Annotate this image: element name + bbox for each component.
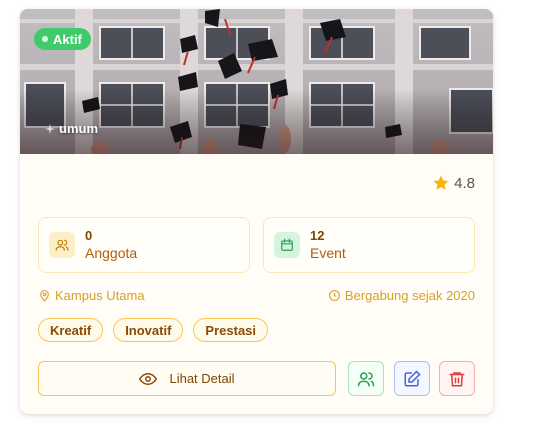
tag-list: Kreatif Inovatif Prestasi — [38, 318, 269, 342]
joined-date: Bergabung sejak 2020 — [328, 288, 475, 303]
events-stat: 12 Event — [263, 217, 475, 273]
joined-text: Bergabung sejak 2020 — [344, 288, 475, 303]
members-label: Anggota — [85, 244, 138, 261]
category-text: umum — [59, 121, 98, 136]
users-icon — [49, 232, 75, 258]
eye-icon — [139, 372, 158, 385]
cover-image: Aktif umum — [20, 9, 493, 154]
events-label: Event — [310, 244, 346, 261]
sparkle-icon — [45, 123, 55, 134]
status-badge-label: Aktif — [53, 31, 82, 47]
trash-icon — [449, 371, 465, 386]
tag[interactable]: Inovatif — [113, 318, 184, 342]
category-label: umum — [45, 121, 98, 136]
members-count: 0 — [85, 228, 93, 244]
star-icon — [433, 175, 449, 190]
rating-value: 4.8 — [454, 174, 475, 192]
clock-icon — [328, 290, 340, 301]
organization-card: Aktif umum 4.8 0 Anggota 12 Event Kampus… — [20, 9, 493, 414]
rating: 4.8 — [432, 174, 475, 192]
delete-button[interactable] — [439, 361, 475, 396]
tag[interactable]: Prestasi — [193, 318, 269, 342]
tag[interactable]: Kreatif — [38, 318, 104, 342]
users-icon — [357, 371, 375, 386]
status-badge: Aktif — [34, 28, 91, 50]
map-pin-icon — [40, 290, 49, 302]
members-stat: 0 Anggota — [38, 217, 250, 273]
edit-icon — [404, 369, 421, 386]
events-count: 12 — [310, 228, 325, 244]
members-button[interactable] — [348, 361, 384, 396]
view-detail-label: Lihat Detail — [169, 371, 235, 386]
edit-button[interactable] — [394, 361, 430, 396]
status-dot-icon — [42, 36, 48, 42]
calendar-icon — [274, 232, 300, 258]
location-text: Kampus Utama — [55, 288, 145, 303]
location: Kampus Utama — [38, 288, 145, 303]
view-detail-button[interactable]: Lihat Detail — [38, 361, 336, 396]
